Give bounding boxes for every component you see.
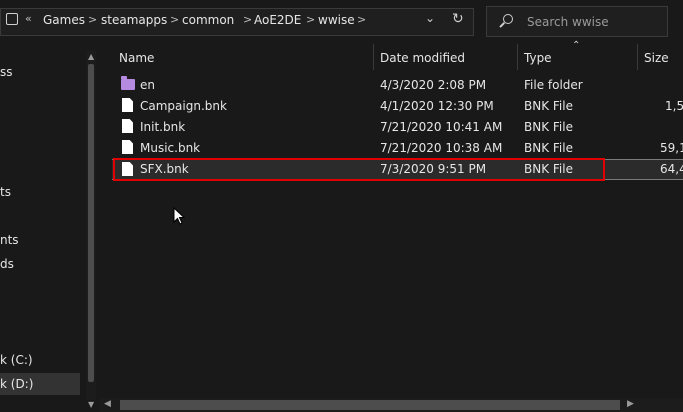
breadcrumb-overflow[interactable]: « bbox=[25, 12, 32, 25]
sort-ascending-icon: ⌃ bbox=[572, 40, 581, 51]
chevron-down-icon[interactable]: ⌄ bbox=[425, 11, 435, 25]
file-name: Init.bnk bbox=[140, 120, 186, 134]
file-icon bbox=[122, 140, 133, 154]
column-size[interactable]: Size bbox=[644, 51, 669, 77]
file-date: 4/1/2020 12:30 PM bbox=[380, 99, 494, 113]
file-name: Music.bnk bbox=[140, 141, 201, 155]
file-size: 64,4 bbox=[660, 162, 683, 176]
mouse-cursor-icon bbox=[173, 207, 185, 225]
scroll-left-icon[interactable]: ◀ bbox=[104, 399, 111, 409]
nav-item[interactable]: nts bbox=[0, 233, 19, 247]
refresh-icon[interactable]: ↻ bbox=[452, 11, 464, 27]
file-size: 59,1 bbox=[660, 141, 683, 155]
file-type: BNK File bbox=[524, 99, 573, 113]
horizontal-scrollbar-thumb[interactable] bbox=[120, 400, 620, 410]
file-type: BNK File bbox=[524, 141, 573, 155]
scroll-up-icon[interactable]: ▲ bbox=[88, 52, 94, 61]
file-date: 7/21/2020 10:38 AM bbox=[380, 141, 503, 155]
nav-item-drive-d[interactable]: k (D:) bbox=[0, 377, 33, 391]
column-type[interactable]: Type bbox=[524, 51, 552, 77]
breadcrumb-separator: > bbox=[357, 13, 367, 26]
file-icon bbox=[122, 119, 133, 133]
breadcrumb-separator: > bbox=[306, 13, 316, 26]
breadcrumb-wwise[interactable]: wwise bbox=[318, 13, 355, 27]
file-name: Campaign.bnk bbox=[140, 99, 227, 113]
nav-scrollbar-thumb[interactable] bbox=[88, 64, 94, 382]
column-divider[interactable] bbox=[373, 44, 374, 70]
file-size: 1,5 bbox=[665, 99, 683, 113]
nav-item-drive-c[interactable]: k (C:) bbox=[0, 353, 33, 367]
file-row[interactable]: Campaign.bnk 4/1/2020 12:30 PM BNK File … bbox=[112, 96, 683, 117]
search-input[interactable]: Search wwise bbox=[527, 15, 609, 29]
nav-item[interactable]: ds bbox=[0, 257, 14, 271]
search-box[interactable]: Search wwise bbox=[486, 6, 668, 37]
breadcrumb-games[interactable]: Games bbox=[43, 13, 85, 27]
breadcrumb-separator: > bbox=[170, 13, 180, 26]
column-divider[interactable] bbox=[637, 44, 638, 70]
nav-item[interactable]: ts bbox=[0, 185, 11, 199]
column-divider[interactable] bbox=[517, 44, 518, 70]
folder-icon bbox=[121, 76, 135, 90]
column-name[interactable]: Name bbox=[119, 51, 154, 77]
file-icon bbox=[122, 98, 133, 112]
breadcrumb-aoe2de[interactable]: AoE2DE bbox=[254, 13, 301, 27]
folder-icon bbox=[6, 13, 18, 25]
file-type: BNK File bbox=[524, 120, 573, 134]
nav-item[interactable]: ss bbox=[0, 65, 13, 79]
scroll-down-icon[interactable]: ▼ bbox=[88, 400, 94, 409]
search-icon-handle bbox=[499, 22, 505, 28]
file-date: 7/21/2020 10:41 AM bbox=[380, 120, 503, 134]
file-row[interactable]: Music.bnk 7/21/2020 10:38 AM BNK File 59… bbox=[112, 138, 683, 159]
breadcrumb-common[interactable]: common bbox=[182, 13, 234, 27]
file-type: File folder bbox=[524, 78, 583, 92]
breadcrumb-separator: > bbox=[88, 13, 98, 26]
file-row[interactable]: Init.bnk 7/21/2020 10:41 AM BNK File bbox=[112, 117, 683, 138]
column-date-modified[interactable]: Date modified bbox=[380, 51, 465, 77]
file-date: 4/3/2020 2:08 PM bbox=[380, 78, 487, 92]
breadcrumb-separator: > bbox=[243, 13, 253, 26]
file-row[interactable]: en 4/3/2020 2:08 PM File folder bbox=[112, 75, 683, 96]
file-name: en bbox=[140, 78, 155, 92]
breadcrumb-steamapps[interactable]: steamapps bbox=[101, 13, 167, 27]
scroll-right-icon[interactable]: ▶ bbox=[627, 399, 634, 409]
red-highlight-box bbox=[113, 158, 605, 181]
